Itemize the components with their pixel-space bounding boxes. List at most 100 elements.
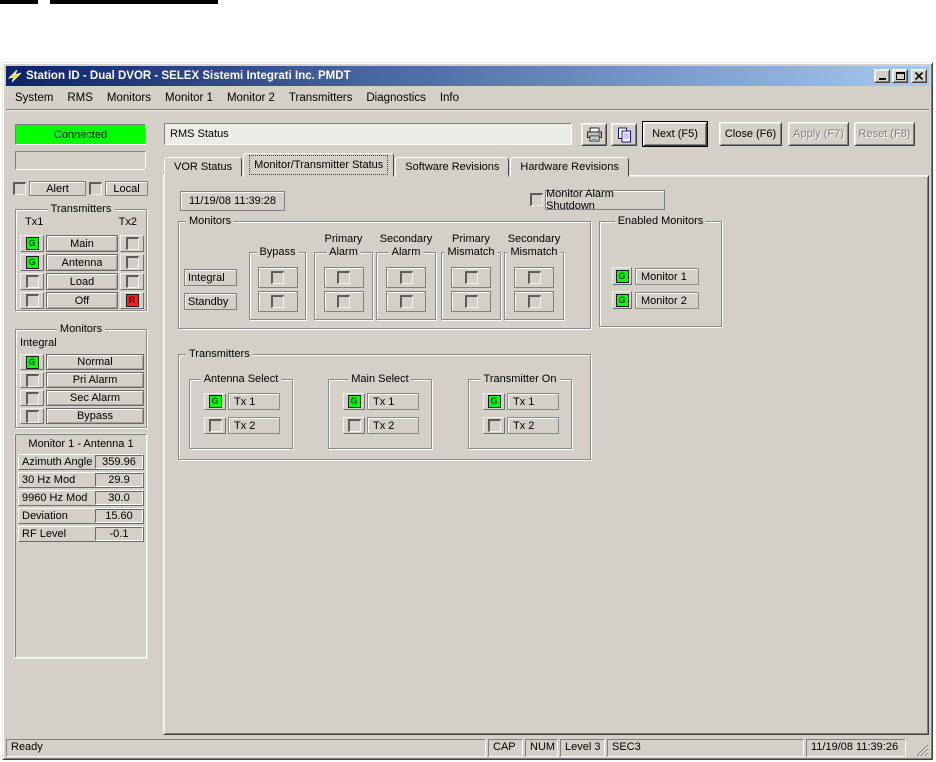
menu-diagnostics[interactable]: Diagnostics [359,90,432,106]
main-button[interactable]: Main [46,235,118,252]
title-bar[interactable]: Station ID - Dual DVOR - SELEX Sistemi I… [6,66,929,86]
standby-primary-alarm-cell [323,291,364,312]
bypass-column-title: Bypass [256,245,299,259]
scan-mark-left [0,0,38,4]
status-checkbox[interactable] [527,295,541,308]
sec-alarm-button[interactable]: Sec Alarm [46,390,144,406]
status-checkbox[interactable] [337,271,350,284]
measurement-label: 9960 Hz Mod [22,492,88,504]
menu-system[interactable]: System [8,90,60,106]
primary-mismatch-column-title: Mismatch [444,245,498,259]
off-button[interactable]: Off [46,292,118,309]
antenna-button[interactable]: Antenna [46,254,118,271]
tx2-label: Tx 2 [507,417,559,434]
pri-alarm-indicator [20,372,44,388]
sec-alarm-indicator [20,390,44,406]
minimize-icon [878,78,886,80]
empty-indicator [25,373,39,387]
tab-monitor-transmitter-status[interactable]: Monitor/Transmitter Status [243,153,395,177]
tab-strip: VOR Status Monitor/Transmitter Status So… [164,153,630,177]
menu-monitor-2[interactable]: Monitor 2 [220,90,282,106]
measurement-label: RF Level [22,528,67,540]
app-icon [8,69,22,83]
empty-indicator [487,419,501,432]
tx1-label: Tx 1 [507,393,559,410]
green-light: G [208,395,222,408]
load-button[interactable]: Load [46,273,118,290]
active-tab-label: Monitor/Transmitter Status [249,155,389,175]
close-button[interactable] [911,69,927,83]
normal-button[interactable]: Normal [46,354,144,370]
status-checkbox[interactable] [271,271,284,284]
integral-primary-alarm-cell [323,267,364,288]
tx2-indicator [483,417,505,434]
tx1-label: Tx 1 [228,393,280,410]
status-checkbox[interactable] [464,271,478,284]
empty-indicator [25,409,39,423]
main-select-title: Main Select [348,372,412,386]
maximize-button[interactable] [892,69,908,83]
off-tx1-indicator [20,292,44,309]
transmitters-group-title: Transmitters [186,347,253,361]
close-f6-button[interactable]: Close (F6) [719,122,782,146]
sidebar-monitors-group: Monitors Integral G Normal Pri Alarm Sec… [15,322,147,428]
integral-bypass-cell [257,267,298,288]
status-checkbox[interactable] [337,295,350,308]
measurement-value: -0.1 [95,527,143,541]
close-icon [915,72,923,80]
resize-grip[interactable] [913,741,929,757]
antenna-select-tx2-row: Tx 2 [204,417,280,434]
tx1-column-header: Tx1 [25,216,44,228]
tab-software-revisions[interactable]: Software Revisions [395,157,510,177]
menu-rms[interactable]: RMS [60,90,100,106]
row-label-integral: Integral [184,269,237,286]
menu-transmitters[interactable]: Transmitters [282,90,359,106]
minimize-button[interactable] [874,69,890,83]
status-checkbox[interactable] [399,271,413,284]
transmitters-group: Transmitters Antenna Select G Tx 1 Tx 2 … [178,347,591,460]
monitor-alarm-shutdown-checkbox[interactable] [530,193,543,206]
mon-row-sec-alarm: Sec Alarm [20,390,144,406]
measurement-value: 30.0 [95,491,143,505]
tx-row-main: G Main [20,235,144,252]
col-header-primary: Primary [324,233,363,245]
status-ready: Ready [6,739,486,757]
status-bar: Ready CAP NUM Level 3 SEC3 11/19/08 11:3… [6,738,929,758]
menu-monitors[interactable]: Monitors [100,90,158,106]
status-checkbox[interactable] [464,295,478,308]
status-cap: CAP [488,739,523,757]
menu-monitor-1[interactable]: Monitor 1 [158,90,220,106]
tab-hardware-revisions[interactable]: Hardware Revisions [510,157,629,177]
measurement-row: 9960 Hz Mod 30.0 [18,490,144,506]
scan-mark-right [50,0,218,4]
status-checkbox[interactable] [271,295,284,308]
bypass-button[interactable]: Bypass [46,408,144,424]
antenna-tx2-indicator [120,254,144,271]
sidebar-transmitters-title: Transmitters [47,202,115,216]
empty-indicator [25,275,39,288]
copy-button[interactable] [611,123,637,146]
status-checkbox[interactable] [527,271,541,284]
alert-checkbox[interactable] [13,182,26,195]
green-light: G [347,395,361,408]
next-button[interactable]: Next (F5) [643,122,707,146]
print-button[interactable] [581,123,607,146]
page-title-field: RMS Status [164,123,572,145]
main-tx2-indicator [120,235,144,252]
menu-info[interactable]: Info [433,90,466,106]
load-tx2-indicator [120,273,144,290]
tab-vor-status[interactable]: VOR Status [164,157,243,177]
standby-secondary-mismatch-cell [514,291,554,312]
application-window: Station ID - Dual DVOR - SELEX Sistemi I… [2,62,933,760]
green-light: G [25,237,39,250]
mon-row-bypass: Bypass [20,408,144,424]
status-checkbox[interactable] [399,295,413,308]
secondary-alarm-column: Alarm [376,245,436,320]
green-light: G [615,269,629,283]
sidebar-transmitters-group: Transmitters Tx1 Tx2 G Main G Antenna Lo… [15,202,147,311]
alert-label: Alert [29,181,86,196]
bypass-column: Bypass [249,245,306,320]
local-checkbox[interactable] [89,182,102,195]
pri-alarm-button[interactable]: Pri Alarm [46,372,144,388]
tx2-label: Tx 2 [367,417,419,434]
